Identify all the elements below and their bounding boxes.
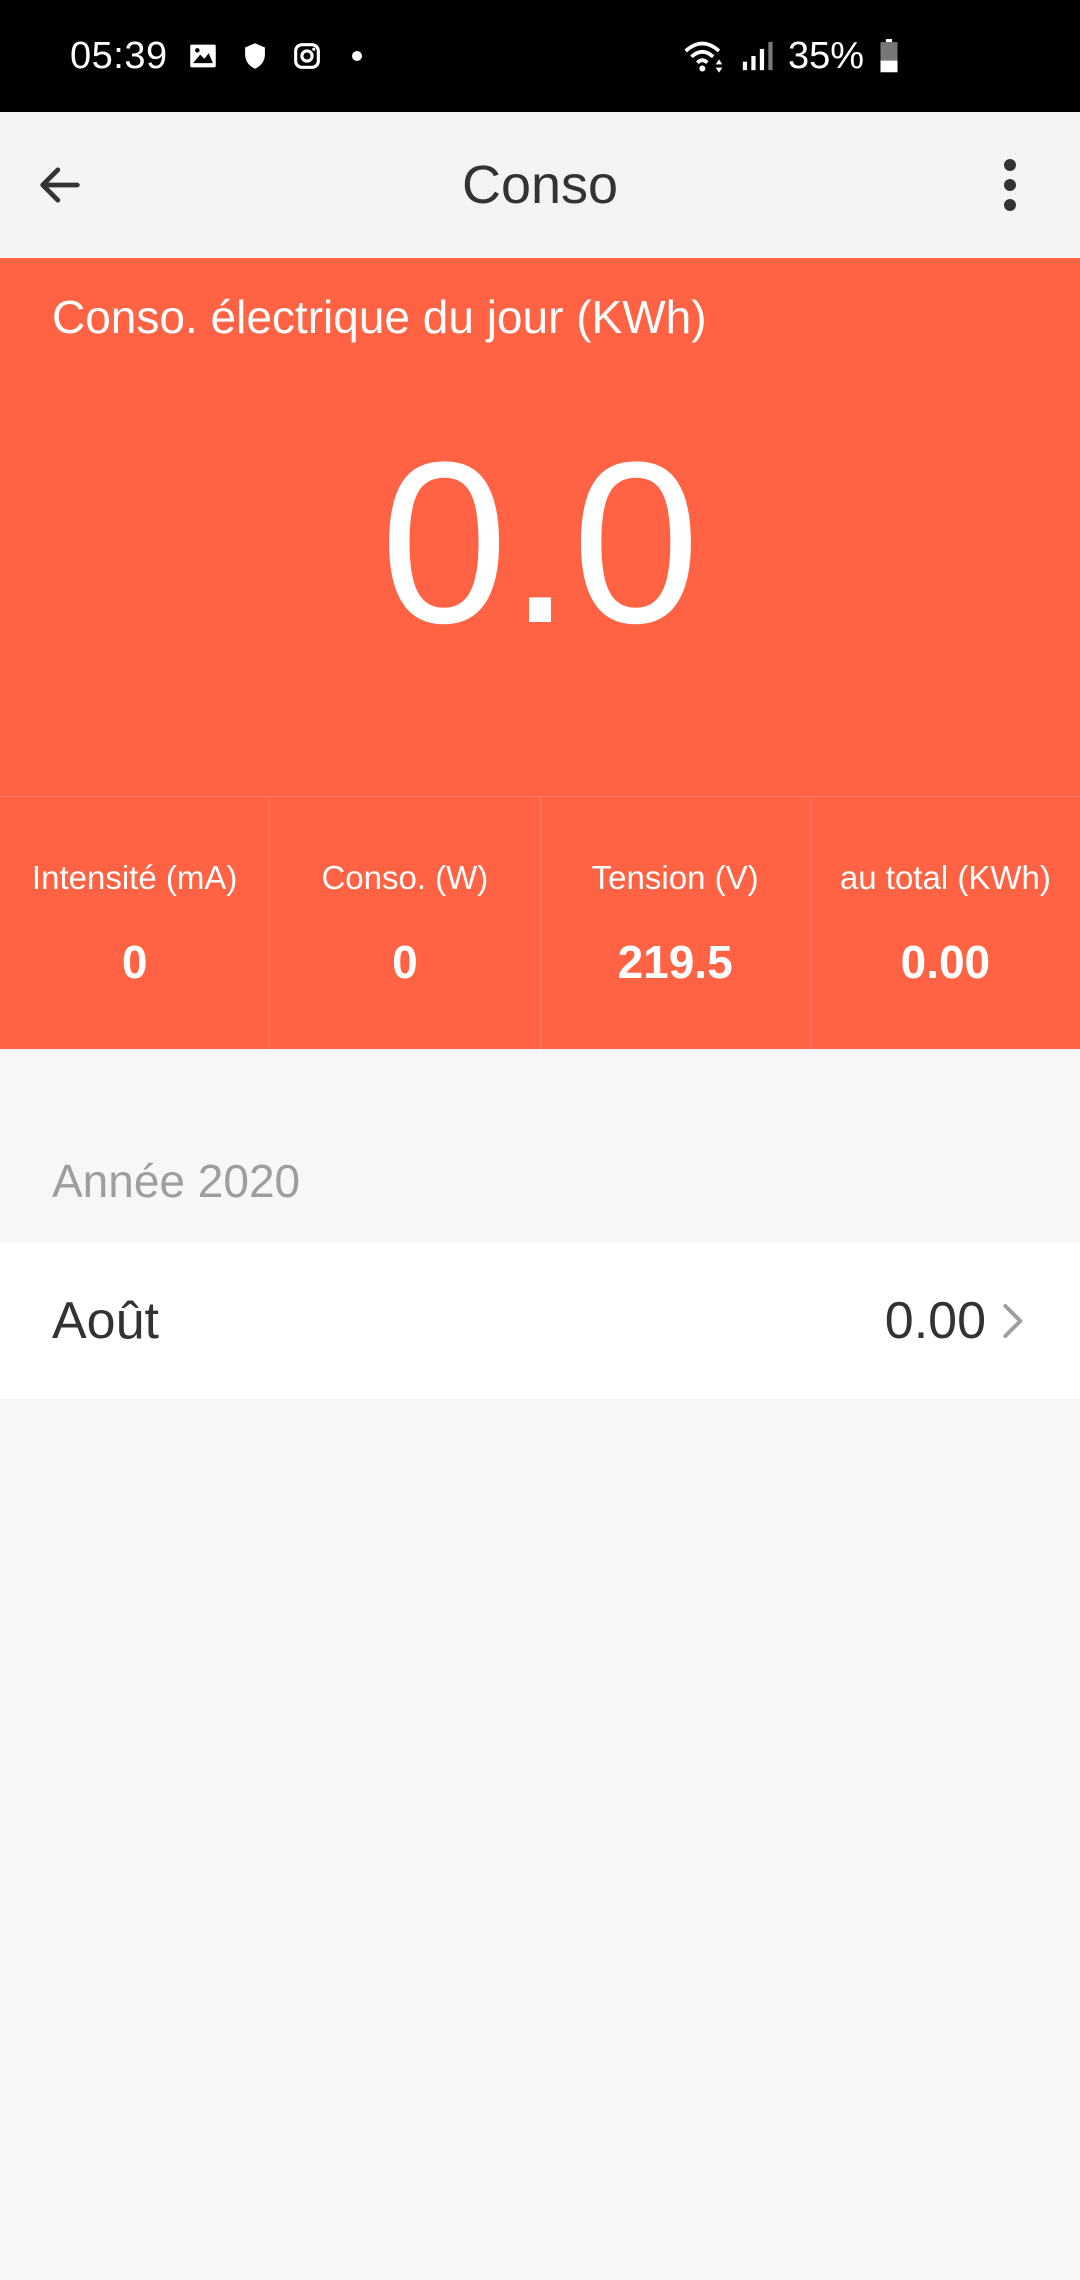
wifi-icon bbox=[684, 41, 723, 73]
status-bar: 05:39 35% bbox=[0, 0, 1080, 112]
year-header: Année 2020 bbox=[52, 1155, 301, 1207]
chevron-right-icon bbox=[1003, 1304, 1023, 1338]
status-right: 35% bbox=[682, 0, 900, 112]
metric-power: Conso. (W) 0 bbox=[269, 797, 539, 1049]
dot-icon bbox=[351, 51, 362, 61]
signal-icon bbox=[742, 41, 773, 71]
more-vertical-icon bbox=[1004, 159, 1016, 211]
metric-label: Tension (V) bbox=[591, 859, 759, 896]
gallery-icon bbox=[189, 44, 216, 68]
metric-value: 0 bbox=[121, 936, 148, 988]
metric-value: 0.00 bbox=[900, 936, 991, 988]
metric-value: 219.5 bbox=[617, 936, 733, 988]
metric-total: au total (KWh) 0.00 bbox=[809, 797, 1080, 1049]
status-left: 05:39 bbox=[70, 0, 362, 112]
list-item-month[interactable]: Août 0.00 bbox=[0, 1243, 1080, 1399]
daily-consumption-label: Conso. électrique du jour (KWh) bbox=[52, 291, 707, 343]
metric-label: Intensité (mA) bbox=[31, 859, 238, 896]
page-title: Conso bbox=[461, 155, 619, 215]
app-bar: Conso bbox=[0, 112, 1080, 258]
metric-label: Conso. (W) bbox=[321, 859, 489, 896]
metric-voltage: Tension (V) 219.5 bbox=[539, 797, 810, 1049]
shield-icon bbox=[244, 43, 265, 69]
metric-value: 0 bbox=[392, 936, 418, 988]
daily-consumption-panel: Conso. électrique du jour (KWh) 0.0 bbox=[0, 258, 1080, 796]
month-name: Août bbox=[52, 1292, 159, 1350]
metric-intensity: Intensité (mA) 0 bbox=[0, 797, 269, 1049]
month-value: 0.00 bbox=[884, 1292, 986, 1350]
status-time: 05:39 bbox=[70, 34, 168, 77]
metric-label: au total (KWh) bbox=[839, 859, 1051, 896]
daily-consumption-value: 0.0 bbox=[380, 414, 700, 671]
more-options-button[interactable] bbox=[970, 145, 1050, 225]
battery-icon bbox=[880, 39, 898, 73]
battery-text: 35% bbox=[787, 34, 864, 77]
metrics-row: Intensité (mA) 0 Conso. (W) 0 Tension (V… bbox=[0, 796, 1080, 1049]
instagram-icon bbox=[293, 43, 320, 69]
